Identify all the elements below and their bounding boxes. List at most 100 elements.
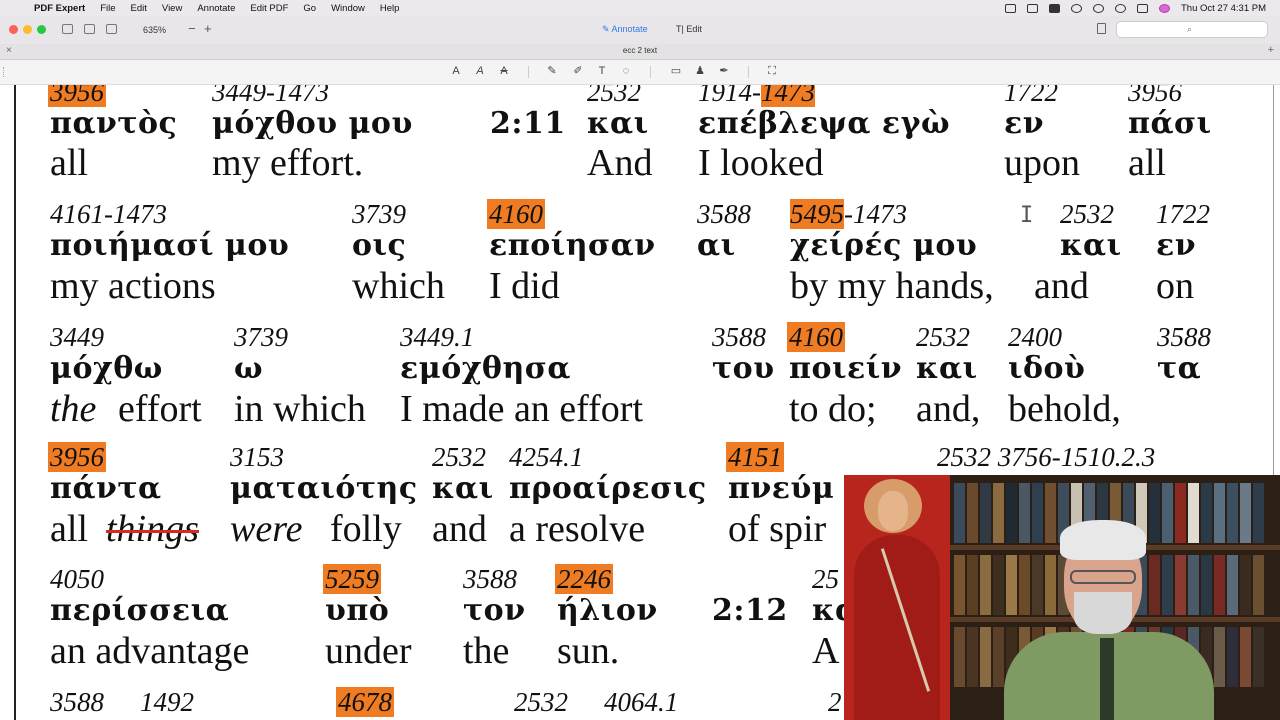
- strongs-number: 3956: [48, 442, 106, 472]
- saint-icon-painting: [844, 475, 950, 720]
- strongs-number: 3956: [1128, 85, 1182, 107]
- zoom-level-dropdown[interactable]: 635%: [143, 25, 166, 35]
- search-icon: ⌕: [1187, 24, 1193, 34]
- greek-word: παντὸς: [50, 106, 178, 141]
- zoom-window-button[interactable]: [37, 25, 46, 34]
- strongs-number: 2532: [514, 687, 568, 717]
- greek-word: εν: [1156, 228, 1197, 263]
- menu-window[interactable]: Window: [331, 3, 365, 14]
- greek-word: μόχθω: [50, 351, 163, 386]
- annotation-toolbar: A A A ✎ ✐ T ◌ ▭ ♟ ✒ ⛶: [0, 60, 1280, 85]
- menu-help[interactable]: Help: [380, 3, 400, 14]
- strongs-number: 2: [828, 687, 842, 717]
- text-strike-icon[interactable]: A: [498, 65, 510, 78]
- camera-icon[interactable]: [1004, 3, 1016, 13]
- display-icon[interactable]: [1026, 3, 1038, 13]
- english-gloss: I looked: [698, 142, 824, 184]
- strongs-number: 1722: [1156, 199, 1210, 229]
- greek-word: περίσσεια: [50, 593, 230, 628]
- strongs-number: 3588: [50, 687, 104, 717]
- greek-word: υπὸ: [325, 593, 390, 628]
- menu-go[interactable]: Go: [303, 3, 316, 14]
- english-gloss-struck: things: [106, 508, 199, 550]
- english-gloss: I made an effort: [400, 388, 644, 430]
- zoom-out-button[interactable]: −: [188, 21, 196, 36]
- grid-view-icon[interactable]: [84, 24, 95, 34]
- zoom-in-button[interactable]: +: [204, 21, 212, 36]
- greek-word: αι: [697, 228, 736, 263]
- presenter-webcam-video: [844, 475, 1280, 720]
- edit-mode-button[interactable]: T| Edit: [676, 24, 702, 34]
- crop-icon[interactable]: ⛶: [766, 65, 778, 78]
- tab-title[interactable]: ecc 2 text: [0, 46, 1280, 55]
- search-icon[interactable]: [1114, 3, 1126, 13]
- window-titlebar: 635% − + ✎ Annotate T| Edit ⌕: [0, 16, 1280, 45]
- english-gloss: a resolve: [509, 508, 646, 550]
- strongs-number-part: 1914-: [698, 85, 761, 107]
- text-cursor-icon: I: [1020, 203, 1034, 228]
- english-gloss: and: [432, 508, 487, 550]
- menu-clock[interactable]: Thu Oct 27 4:31 PM: [1181, 3, 1266, 14]
- strongs-number: 4064.1: [604, 687, 679, 717]
- menu-edit[interactable]: Edit: [131, 3, 147, 14]
- english-gloss: the: [463, 630, 510, 672]
- verse-reference: 2:11: [490, 106, 566, 141]
- english-gloss: And: [587, 142, 653, 184]
- menu-view[interactable]: View: [162, 3, 182, 14]
- strongs-number: 3588: [1157, 322, 1211, 352]
- page-left-border: [14, 85, 16, 720]
- strongs-number: 1492: [140, 687, 194, 717]
- strongs-number: 2532: [432, 442, 486, 472]
- english-gloss: and: [1034, 265, 1089, 307]
- menu-edit-pdf[interactable]: Edit PDF: [250, 3, 288, 14]
- signature-icon[interactable]: ✒: [718, 65, 730, 78]
- toolbar-grip-handle[interactable]: [3, 67, 6, 77]
- text-underline-icon[interactable]: A: [474, 65, 486, 78]
- strongs-number: 3588: [712, 322, 766, 352]
- menu-app-name[interactable]: PDF Expert: [34, 3, 85, 14]
- annotate-mode-button[interactable]: ✎ Annotate: [602, 24, 648, 35]
- minimize-window-button[interactable]: [23, 25, 32, 34]
- wifi-icon[interactable]: [1092, 3, 1104, 13]
- sidebar-toggle-icon[interactable]: [62, 24, 73, 34]
- english-gloss: under: [325, 630, 412, 672]
- strongs-number: 3739: [352, 199, 406, 229]
- strongs-number: 4160: [487, 199, 545, 229]
- strongs-number: 2532 3756-1510.2.3: [937, 442, 1156, 472]
- annotate-label: Annotate: [611, 24, 648, 34]
- stamp-icon[interactable]: ♟: [694, 65, 706, 78]
- new-tab-button[interactable]: +: [1268, 44, 1274, 56]
- verse-reference: 2:12: [712, 593, 788, 628]
- bluetooth-icon[interactable]: [1070, 3, 1082, 13]
- english-gloss: which: [352, 265, 445, 307]
- english-gloss: an advantage: [50, 630, 250, 672]
- text-tool-icon[interactable]: T: [596, 65, 608, 78]
- highlighter-icon[interactable]: ✐: [572, 65, 584, 78]
- strongs-number: 4678: [336, 687, 394, 717]
- toggle-icon[interactable]: [1136, 3, 1148, 13]
- pen-icon[interactable]: ✎: [546, 65, 558, 78]
- share-icon[interactable]: [1097, 23, 1106, 34]
- english-gloss: I did: [489, 265, 560, 307]
- strongs-number: 3449-1473: [212, 85, 329, 107]
- greek-word: πνεύμ: [728, 471, 835, 506]
- menu-annotate[interactable]: Annotate: [197, 3, 235, 14]
- greek-word: ήλιον: [557, 593, 658, 628]
- strongs-number: 1914-1473: [698, 85, 815, 107]
- english-gloss: to do;: [789, 388, 877, 430]
- strongs-number: 3588: [463, 564, 517, 594]
- strongs-number: 5495-1473: [790, 199, 907, 229]
- siri-icon[interactable]: [1158, 3, 1170, 13]
- comment-icon[interactable]: ▭: [670, 65, 682, 78]
- close-window-button[interactable]: [9, 25, 18, 34]
- text-style-icon[interactable]: A: [450, 65, 462, 78]
- menu-file[interactable]: File: [100, 3, 115, 14]
- shapes-icon[interactable]: ◌: [620, 65, 632, 78]
- greek-word: ματαιότης: [230, 471, 418, 506]
- strongs-number: 3449.1: [400, 322, 475, 352]
- page-view-icon[interactable]: [106, 24, 117, 34]
- keyboard-us-icon[interactable]: [1048, 3, 1060, 13]
- search-field[interactable]: ⌕: [1116, 21, 1268, 38]
- english-gloss: my actions: [50, 265, 216, 307]
- english-gloss: by my hands,: [790, 265, 994, 307]
